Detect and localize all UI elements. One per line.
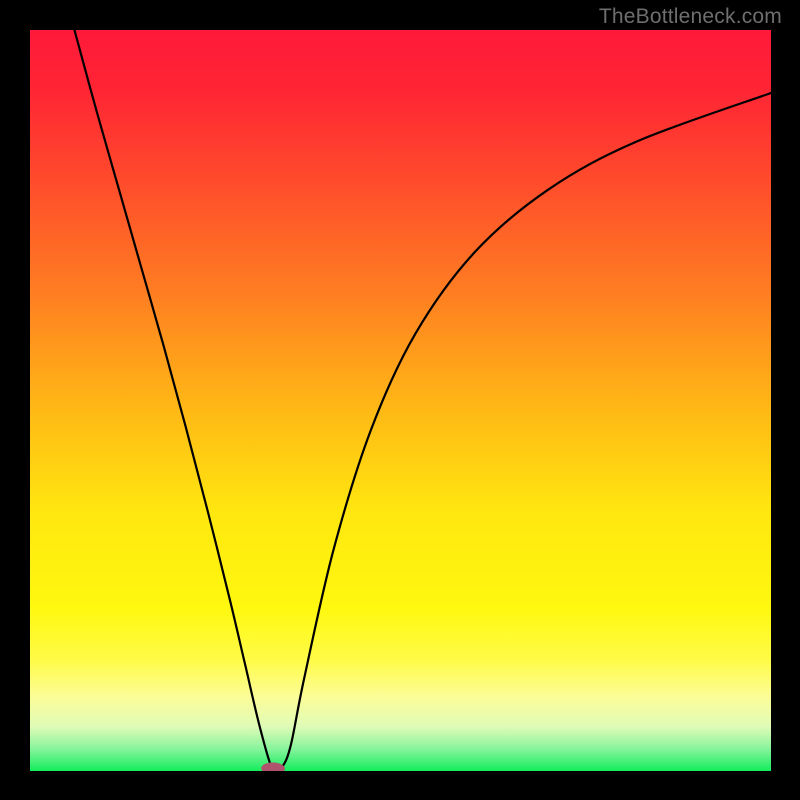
chart-plot xyxy=(30,30,771,771)
chart-background xyxy=(30,30,771,771)
watermark-text: TheBottleneck.com xyxy=(599,5,782,29)
